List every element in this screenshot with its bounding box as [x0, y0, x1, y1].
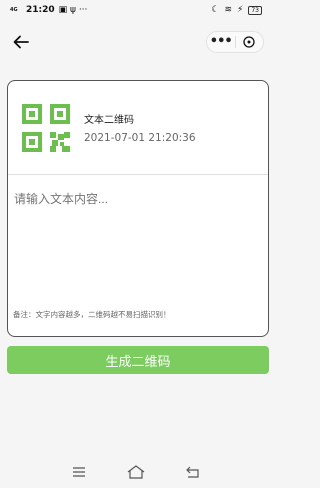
nav-bar: •••	[0, 28, 272, 56]
status-bar: 4G 21:20 ▣ ψ ··· ☾ ≋ ⚡ 73	[0, 0, 272, 20]
mini-program-capsule: •••	[206, 31, 264, 53]
moon-icon: ☾	[211, 5, 220, 15]
menu-icon[interactable]	[69, 462, 89, 482]
card-date: 2021-07-01 21:20:36	[84, 132, 196, 144]
status-time: 21:20	[26, 5, 55, 15]
notification-icon: ▣ ψ ···	[58, 5, 88, 15]
note-text: 备注：文字内容越多，二维码越不易扫描识别！	[13, 310, 171, 319]
close-icon[interactable]	[236, 36, 264, 48]
card-title: 文本二维码	[84, 115, 134, 126]
back-arrow-icon[interactable]	[10, 31, 32, 53]
qr-card: 文本二维码 2021-07-01 21:20:36 备注：文字内容越多，二维码越…	[7, 80, 269, 337]
wifi-icon: ≋	[224, 5, 233, 15]
generate-qr-button[interactable]: 生成二维码	[7, 346, 269, 374]
battery-icon: 73	[248, 5, 262, 15]
charging-icon: ⚡	[237, 5, 244, 15]
home-icon[interactable]	[126, 462, 146, 482]
qr-code-icon	[22, 103, 70, 152]
card-header: 文本二维码 2021-07-01 21:20:36	[8, 81, 268, 175]
system-nav-bar	[0, 456, 272, 488]
signal-icon: 4G	[10, 7, 18, 13]
return-icon[interactable]	[183, 462, 203, 482]
text-content-input[interactable]	[14, 189, 254, 209]
more-icon[interactable]: •••	[207, 35, 235, 48]
